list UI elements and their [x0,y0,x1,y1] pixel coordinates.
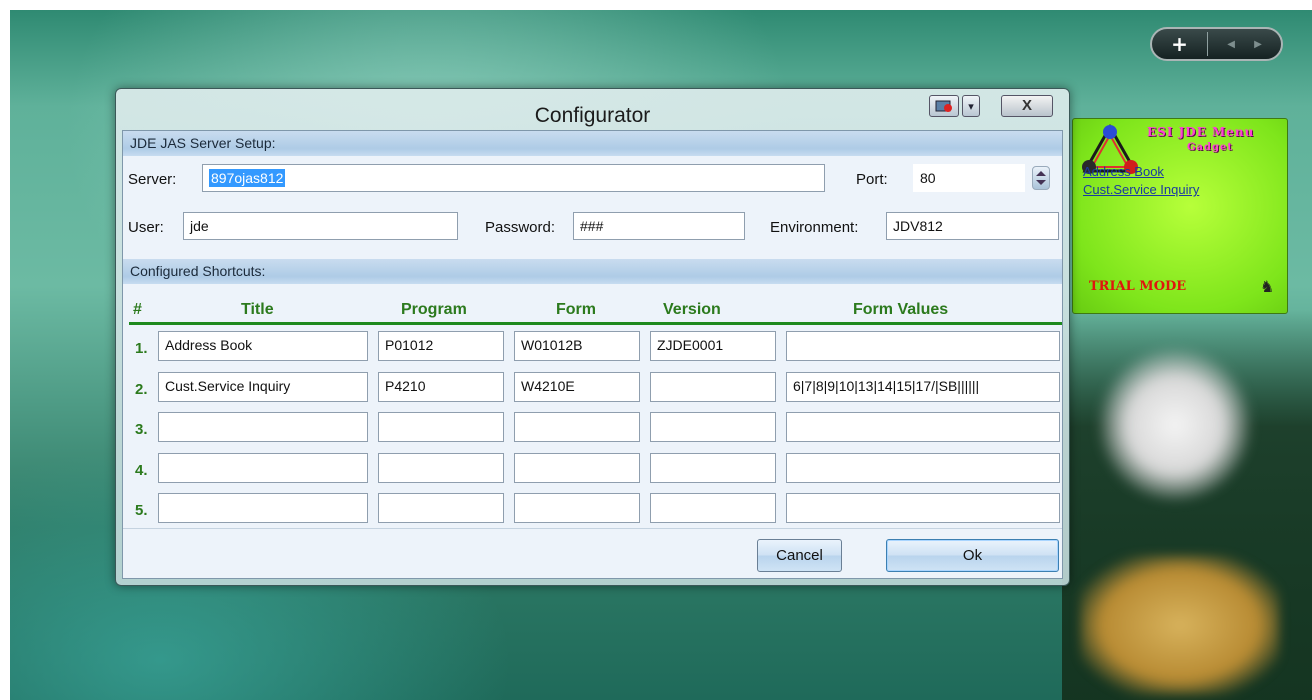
version-input[interactable] [650,493,776,523]
program-input[interactable] [378,493,504,523]
server-label: Server: [128,171,177,188]
form-input[interactable] [514,493,640,523]
environment-input[interactable]: JDV812 [886,212,1059,240]
user-label: User: [128,219,164,236]
gadget-subtitle: Gadget [1187,142,1233,153]
program-input[interactable]: P4210 [378,372,504,402]
column-header-form-values: Form Values [853,301,949,318]
form-values-input[interactable] [786,493,1060,523]
column-header-form: Form [556,301,596,318]
window-menu-button[interactable] [929,95,959,117]
version-input[interactable]: ZJDE0001 [650,331,776,361]
shortcuts-header: Configured Shortcuts: [123,259,1062,284]
title-input[interactable] [158,453,368,483]
port-spinner-icon[interactable] [1032,166,1050,190]
window-title: Configurator [534,104,651,127]
user-input[interactable]: jde [183,212,458,240]
trial-mode-label: TRIAL MODE [1089,279,1187,294]
cancel-button[interactable]: Cancel [757,539,842,572]
password-label: Password: [485,219,556,236]
server-input[interactable]: 897ojas812 [202,164,825,192]
esi-jde-menu-gadget: ESI JDE Menu Gadget Address Book Cust.Se… [1072,118,1288,314]
header-divider [129,322,1062,325]
form-values-input[interactable] [786,412,1060,442]
footer-divider [123,528,1062,529]
program-input[interactable]: P01012 [378,331,504,361]
row-number: 3. [135,421,148,438]
row-number: 2. [135,381,148,398]
form-values-input[interactable] [786,453,1060,483]
close-button[interactable]: X [1001,95,1053,117]
row-number: 1. [135,340,148,357]
environment-label: Environment: [770,219,859,236]
password-input[interactable]: ### [573,212,745,240]
port-input[interactable]: 80 [913,164,1025,192]
title-input[interactable] [158,493,368,523]
ok-button[interactable]: Ok [886,539,1059,572]
next-arrow-icon[interactable]: ▶ [1254,39,1262,50]
title-input[interactable]: Cust.Service Inquiry [158,372,368,402]
gadget-title: ESI JDE Menu [1147,125,1255,139]
window-menu-icon [935,100,952,112]
blurred-clock-gadget[interactable] [1100,350,1250,500]
form-values-input[interactable] [786,331,1060,361]
version-input[interactable] [650,372,776,402]
sidebar-controls: + ◀ ▶ [1150,27,1283,61]
configurator-client-area: JDE JAS Server Setup: Server: 897ojas812… [122,130,1063,579]
settings-dog-icon[interactable]: ♞ [1260,277,1274,296]
port-label: Port: [856,171,888,188]
server-setup-header: JDE JAS Server Setup: [123,131,1062,156]
version-input[interactable] [650,412,776,442]
title-bar[interactable]: Configurator ▾ X [116,89,1069,129]
row-number: 4. [135,462,148,479]
column-header-num: # [133,301,142,318]
column-header-version: Version [663,301,721,318]
previous-arrow-icon[interactable]: ◀ [1227,39,1235,50]
title-input[interactable]: Address Book [158,331,368,361]
dropdown-arrow-button[interactable]: ▾ [962,95,980,117]
gadget-link-address-book[interactable]: Address Book [1083,164,1164,179]
gadget-link-cust-service-inquiry[interactable]: Cust.Service Inquiry [1083,182,1199,197]
form-values-input[interactable]: 6|7|8|9|10|13|14|15|17/|SB|||||| [786,372,1060,402]
server-input-value: 897ojas812 [209,169,286,187]
form-input[interactable]: W4210E [514,372,640,402]
column-header-title: Title [241,301,274,318]
column-header-program: Program [401,301,467,318]
add-gadget-button[interactable]: + [1152,32,1208,56]
program-input[interactable] [378,453,504,483]
form-input[interactable] [514,453,640,483]
configurator-window: Configurator ▾ X JDE JAS Server Setup: S… [115,88,1070,586]
form-input[interactable] [514,412,640,442]
row-number: 5. [135,502,148,519]
window-toolbar-buttons: ▾ [929,95,980,117]
form-input[interactable]: W01012B [514,331,640,361]
sidebar-nav: ◀ ▶ [1208,39,1281,50]
blurred-gold-gadget[interactable] [1080,555,1280,695]
chevron-down-icon: ▾ [968,99,974,113]
version-input[interactable] [650,453,776,483]
program-input[interactable] [378,412,504,442]
title-input[interactable] [158,412,368,442]
